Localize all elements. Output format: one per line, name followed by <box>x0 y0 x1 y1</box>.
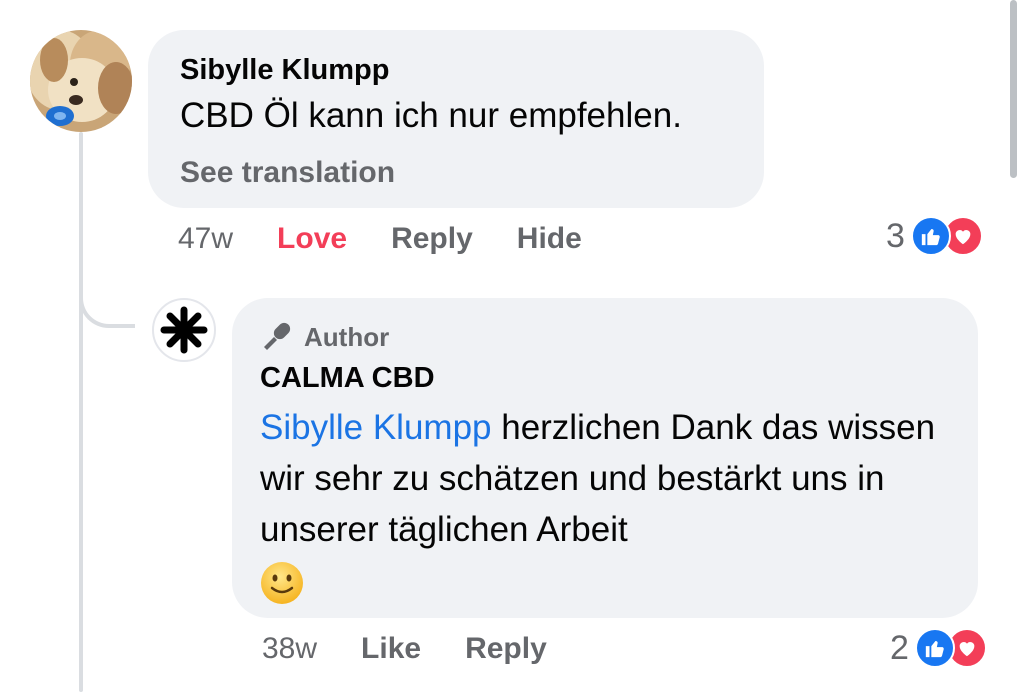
slightly-smiling-face-icon <box>260 561 304 619</box>
reaction-count: 2 <box>890 628 909 667</box>
avatar[interactable] <box>152 298 216 362</box>
reply-bubble: Author CALMA CBD Sibylle Klumpp herzlich… <box>232 298 978 618</box>
avatar[interactable] <box>30 30 132 132</box>
author-badge: Author <box>260 320 389 355</box>
like-icon <box>914 628 955 668</box>
reaction-count: 3 <box>886 216 905 255</box>
comment-timestamp[interactable]: 47w <box>178 222 233 256</box>
thread-connector <box>79 262 135 328</box>
scrollbar[interactable] <box>1010 0 1017 178</box>
comment-author-name[interactable]: Sibylle Klumpp <box>180 54 389 87</box>
mention-link[interactable]: Sibylle Klumpp <box>260 408 492 447</box>
comment-text: CBD Öl kann ich nur empfehlen. <box>180 96 682 135</box>
see-translation-link[interactable]: See translation <box>180 156 395 190</box>
comment-bubble: Sibylle Klumpp CBD Öl kann ich nur empfe… <box>148 30 764 208</box>
reaction-summary[interactable]: 2 <box>890 628 987 668</box>
author-badge-label: Author <box>304 322 390 352</box>
reply-actions: 38w Like Reply <box>262 632 591 666</box>
reply-text: Sibylle Klumpp herzlichen Dank das wisse… <box>260 402 960 619</box>
reaction-summary[interactable]: 3 <box>886 216 983 256</box>
brand-logo-icon <box>160 306 208 354</box>
reply-author-name[interactable]: CALMA CBD <box>260 362 435 395</box>
like-icon <box>910 216 951 256</box>
puppy-avatar-image <box>30 30 132 132</box>
microphone-icon <box>260 320 294 355</box>
comment-actions: 47w Love Reply Hide <box>178 222 626 256</box>
reply-timestamp[interactable]: 38w <box>262 632 317 666</box>
love-button[interactable]: Love <box>277 222 347 256</box>
like-button[interactable]: Like <box>361 632 421 666</box>
reply-button[interactable]: Reply <box>391 222 473 256</box>
thread-line <box>79 132 83 692</box>
reply-button[interactable]: Reply <box>465 632 547 666</box>
hide-button[interactable]: Hide <box>517 222 582 256</box>
